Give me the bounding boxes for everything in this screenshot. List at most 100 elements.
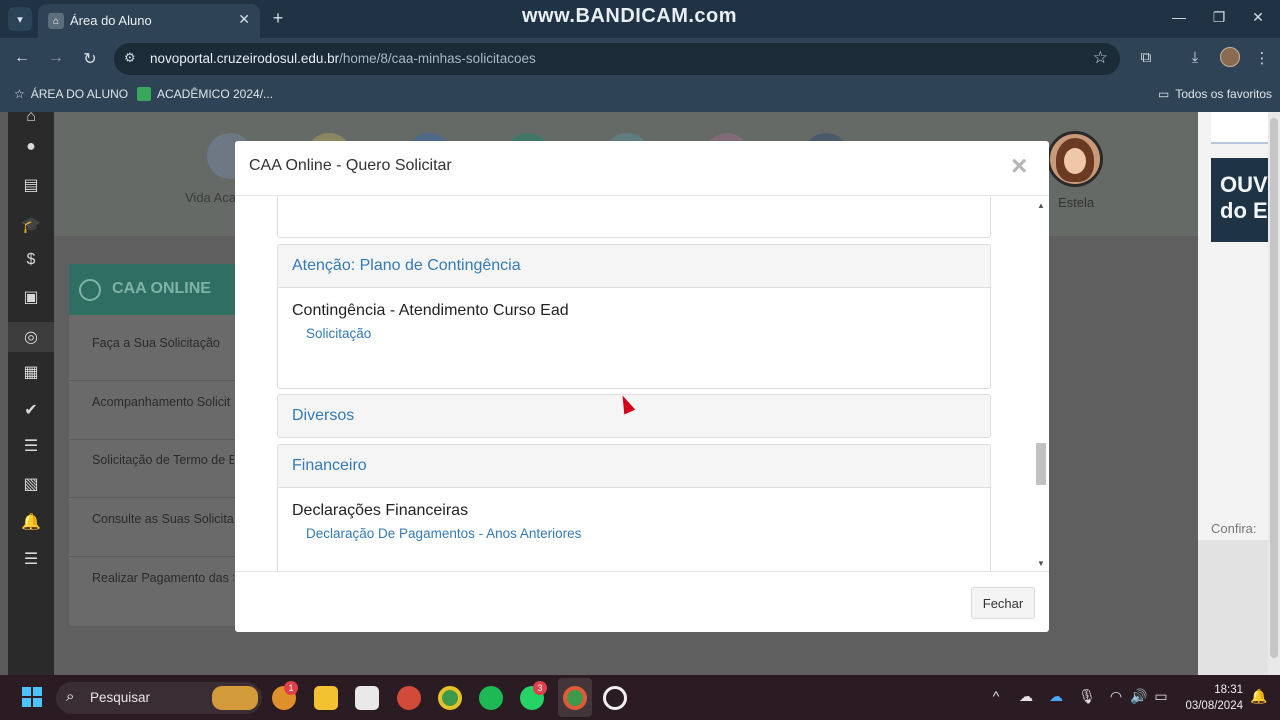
banner-line-2: do E — [1220, 198, 1268, 223]
tab-favicon-icon: ⌂ — [48, 13, 64, 29]
forward-arrow-icon[interactable]: → — [46, 49, 66, 67]
search-highlight-image — [212, 686, 258, 710]
caa-menu-item[interactable]: Solicitação de Termo de E — [92, 453, 234, 467]
book-icon[interactable]: ▤ — [20, 174, 42, 196]
modal-scrollbar-thumb[interactable] — [1036, 443, 1046, 485]
search-placeholder: Pesquisar — [90, 690, 151, 705]
signpost-icon[interactable]: ☰ — [20, 435, 42, 457]
modal-scrollbar[interactable]: ▲ ▼ — [1034, 197, 1048, 571]
bookmark-area-do-aluno[interactable]: ☆ ÁREA DO ALUNO — [14, 87, 128, 101]
panel-heading-contingencia[interactable]: Atenção: Plano de Contingência — [278, 245, 990, 288]
address-bar[interactable]: ⚙ novoportal.cruzeirodosul.edu.br/home/8… — [114, 43, 1120, 75]
panel-heading-diversos[interactable]: Diversos — [278, 395, 990, 437]
signpost-icon-2[interactable]: ☰ — [20, 548, 42, 570]
panel-body-contingencia: Contingência - Atendimento Curso Ead Sol… — [278, 288, 990, 341]
modal-header: CAA Online - Quero Solicitar × — [235, 141, 1049, 196]
tab-close-icon[interactable]: ✕ — [238, 11, 250, 28]
divider — [69, 497, 249, 498]
taskbar-search[interactable]: ⌕ Pesquisar — [56, 682, 262, 714]
caa-online-title: CAA ONLINE — [112, 280, 211, 297]
window-close-icon[interactable]: ✕ — [1248, 9, 1268, 26]
menu-label-vida-academica: Vida Aca — [185, 190, 237, 205]
bookmark-label: ACADÊMICO 2024/... — [157, 87, 274, 101]
tab-title: Área do Aluno — [70, 13, 152, 28]
modal-body: Atenção: Plano de Contingência Contingên… — [235, 197, 1049, 571]
right-lower-block — [1198, 540, 1268, 675]
onedrive-icon[interactable]: ☁ — [1047, 688, 1065, 705]
scroll-down-arrow-icon[interactable]: ▼ — [1037, 559, 1045, 568]
file-explorer-icon[interactable] — [314, 686, 338, 710]
site-info-icon[interactable]: ⚙ — [124, 50, 136, 66]
caa-online-header: CAA ONLINE — [69, 264, 249, 315]
divider — [69, 556, 249, 557]
start-windows-icon[interactable] — [22, 687, 42, 707]
user-avatar[interactable] — [1047, 131, 1103, 187]
panel-heading-financeiro[interactable]: Financeiro — [278, 445, 990, 488]
panel-financeiro: Financeiro Declarações Financeiras Decla… — [277, 444, 991, 571]
tray-chevron-up-icon[interactable]: ^ — [987, 688, 1005, 704]
store-app-icon[interactable] — [355, 686, 379, 710]
bandicam-record-icon[interactable] — [603, 686, 627, 710]
service-link-solicitacao[interactable]: Solicitação — [306, 326, 976, 341]
tab-search-button[interactable]: ▾ — [8, 7, 32, 31]
wifi-icon[interactable]: ◠ — [1107, 688, 1125, 705]
modal-close-icon[interactable]: × — [1011, 151, 1027, 181]
url-path: /home/8/caa-minhas-solicitacoes — [339, 51, 536, 66]
headset-icon[interactable]: ◎ — [8, 322, 54, 352]
user-circle-icon[interactable]: ● — [20, 136, 42, 158]
caa-menu-item[interactable]: Realizar Pagamento das S — [92, 571, 234, 585]
minimize-icon[interactable]: — — [1169, 9, 1189, 25]
bell-icon[interactable]: 🔔 — [20, 511, 42, 533]
all-bookmarks[interactable]: ▭ Todos os favoritos — [1158, 87, 1272, 101]
page-scrollbar-thumb[interactable] — [1270, 118, 1278, 658]
search-icon: ⌕ — [66, 688, 75, 705]
caa-menu-item[interactable]: Acompanhamento Solicit — [92, 395, 234, 409]
modal-title: CAA Online - Quero Solicitar — [249, 157, 452, 174]
fechar-button[interactable]: Fechar — [971, 587, 1035, 619]
cloud-icon[interactable]: ☁ — [1017, 688, 1035, 705]
home-icon[interactable]: ⌂ — [20, 106, 42, 128]
battery-icon[interactable]: ▭ — [1152, 688, 1170, 705]
bookmark-label: ÁREA DO ALUNO — [30, 87, 129, 101]
graduation-cap-icon[interactable]: 🎓 — [20, 214, 42, 236]
spotify-app-icon[interactable] — [479, 686, 503, 710]
chrome-profile-app-icon[interactable] — [563, 686, 587, 710]
caa-menu-item[interactable]: Consulte as Suas Solicita — [92, 512, 234, 526]
bookmark-sheet-icon — [137, 87, 151, 101]
chrome-app-icon[interactable] — [438, 686, 462, 710]
menu-dots-icon[interactable]: ⋮ — [1252, 49, 1272, 67]
bookmark-star-icon[interactable]: ☆ — [1093, 48, 1108, 68]
ouvidoria-banner[interactable]: OUV do E — [1211, 158, 1268, 242]
bookmark-academico[interactable]: ACADÊMICO 2024/... — [137, 87, 273, 101]
previous-panel-bottom — [277, 197, 991, 238]
microphone-icon[interactable]: 🎙 — [1078, 688, 1096, 705]
user-name: Estela — [1058, 195, 1095, 210]
browser-tab[interactable]: ⌂ Área do Aluno ✕ — [38, 4, 260, 38]
notification-bell-icon[interactable]: 🔔 — [1250, 688, 1267, 705]
invoice-icon[interactable]: ▣ — [20, 286, 42, 308]
download-icon[interactable]: ⤓ — [1185, 49, 1205, 66]
dollar-icon[interactable]: $ — [20, 249, 42, 271]
profile-avatar[interactable] — [1220, 47, 1240, 67]
reload-icon[interactable]: ↻ — [80, 49, 100, 69]
check-circle-icon[interactable]: ✔ — [20, 399, 42, 421]
taskbar-clock[interactable]: 18:31 03/08/2024 — [1180, 682, 1243, 714]
clock-date: 03/08/2024 — [1185, 700, 1243, 712]
document-icon[interactable]: ▧ — [20, 473, 42, 495]
restore-icon[interactable]: ❐ — [1209, 9, 1229, 26]
notification-badge: 1 — [284, 681, 298, 695]
id-card-icon[interactable]: ▦ — [20, 361, 42, 383]
scroll-up-arrow-icon[interactable]: ▲ — [1037, 201, 1045, 210]
volume-icon[interactable]: 🔊 — [1130, 688, 1148, 705]
panel-body-financeiro: Declarações Financeiras Declaração De Pa… — [278, 488, 990, 541]
modal-footer: Fechar — [235, 571, 1049, 632]
right-banner-top[interactable] — [1211, 112, 1268, 144]
all-bookmarks-label: Todos os favoritos — [1175, 87, 1273, 101]
headset-circle-icon — [79, 279, 101, 301]
extensions-icon[interactable]: ⧉ — [1136, 49, 1156, 66]
anydesk-app-icon[interactable] — [397, 686, 421, 710]
new-tab-button[interactable]: + — [268, 8, 288, 29]
service-link-declaracao-pagamentos[interactable]: Declaração De Pagamentos - Anos Anterior… — [306, 526, 976, 541]
caa-menu-item[interactable]: Faça a Sua Solicitação — [92, 336, 234, 350]
back-arrow-icon[interactable]: ← — [12, 49, 32, 67]
